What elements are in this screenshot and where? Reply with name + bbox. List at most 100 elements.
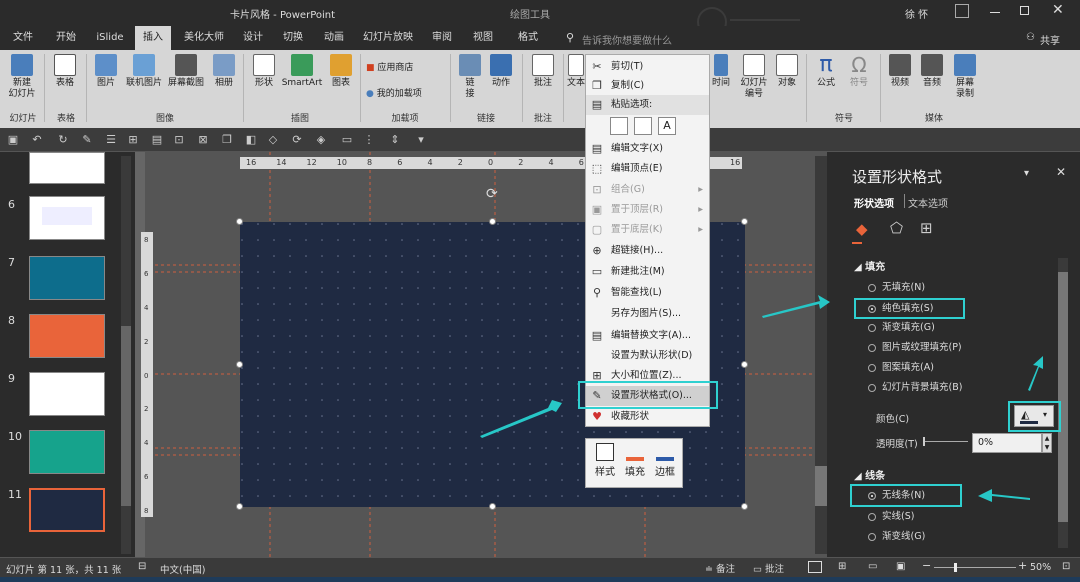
- option-pattern-fill[interactable]: 图案填充(A): [868, 361, 934, 375]
- table-button[interactable]: 表格: [50, 52, 80, 89]
- chart-button[interactable]: 图表: [326, 52, 356, 89]
- format-painter-icon[interactable]: ✎: [80, 133, 94, 147]
- time-button[interactable]: 时间: [708, 52, 734, 89]
- tab-shape-options[interactable]: 形状选项: [854, 195, 894, 210]
- comments-button[interactable]: ▭ 批注: [753, 561, 784, 575]
- reading-view-icon[interactable]: ▭: [868, 561, 877, 572]
- option-gradient-line[interactable]: 渐变线(G): [868, 530, 925, 544]
- menu-edit-text[interactable]: ▤ 编辑文字(X): [586, 139, 709, 159]
- rotate-icon[interactable]: ⟳: [290, 133, 304, 147]
- store-button[interactable]: ■ 应用商店: [366, 60, 413, 73]
- zoom-out-button[interactable]: −: [922, 559, 931, 572]
- option-solid-line[interactable]: 实线(S): [868, 510, 914, 524]
- line-spacing-icon[interactable]: ⇕: [388, 133, 402, 147]
- undo-icon[interactable]: ↶: [30, 133, 44, 147]
- minimize-button[interactable]: [990, 12, 1000, 13]
- menu-hyperlink[interactable]: ⊕ 超链接(H)...: [586, 241, 709, 261]
- option-background-fill[interactable]: 幻灯片背景填充(B): [868, 381, 962, 395]
- tab-file[interactable]: 文件: [6, 26, 40, 50]
- formula-button[interactable]: π 公式: [810, 52, 842, 89]
- zoom-slider[interactable]: [934, 563, 1016, 572]
- crop-icon[interactable]: ⊡: [172, 133, 186, 147]
- paste-keep-source-icon[interactable]: [610, 117, 628, 135]
- menu-new-comment[interactable]: ▭ 新建批注(M): [586, 262, 709, 282]
- menu-smart-lookup[interactable]: ⚲ 智能查找(L): [586, 283, 709, 303]
- notes-button[interactable]: ≐ 备注: [705, 561, 735, 575]
- symbol-button[interactable]: Ω 符号: [844, 52, 874, 89]
- line-section-header[interactable]: ◢ 线条: [854, 467, 885, 482]
- slide-thumb-7[interactable]: [29, 256, 105, 300]
- menu-send-back[interactable]: ▢ 置于底层(K) ▸: [586, 220, 709, 240]
- scroll-thumb[interactable]: [121, 326, 131, 506]
- save-icon[interactable]: ▣: [6, 133, 20, 147]
- option-gradient-fill[interactable]: 渐变填充(G): [868, 321, 935, 335]
- slide-thumb-8[interactable]: [29, 314, 105, 358]
- fill-line-icon[interactable]: ◆: [856, 220, 868, 238]
- slide-thumb-5[interactable]: [29, 152, 105, 184]
- close-button[interactable]: ✕: [1052, 2, 1064, 18]
- paste-picture-icon[interactable]: [634, 117, 652, 135]
- tab-transitions[interactable]: 切换: [275, 26, 311, 50]
- mini-fill-button[interactable]: 填充: [620, 441, 650, 478]
- spellcheck-icon[interactable]: ⊟: [138, 561, 146, 572]
- group-icon[interactable]: ⊠: [196, 133, 210, 147]
- transparency-spinner[interactable]: ▲ ▼: [1042, 433, 1052, 453]
- object-button[interactable]: 对象: [774, 52, 800, 89]
- tell-me-input[interactable]: 告诉我你想要做什么: [582, 32, 672, 47]
- zoom-level[interactable]: 50%: [1030, 562, 1051, 573]
- menu-copy[interactable]: ❐ 复制(C): [586, 76, 709, 96]
- option-picture-fill[interactable]: 图片或纹理填充(P): [868, 341, 962, 355]
- language-label[interactable]: 中文(中国): [160, 562, 205, 576]
- thumb-scrollbar[interactable]: [121, 156, 131, 554]
- slideshow-view-icon[interactable]: ▣: [896, 561, 905, 572]
- text-button[interactable]: 文本: [566, 52, 586, 89]
- menu-bring-front[interactable]: ▣ 置于顶层(R) ▸: [586, 200, 709, 220]
- menu-cut[interactable]: ✂ 剪切(T): [586, 57, 709, 77]
- scroll-thumb[interactable]: [1058, 272, 1068, 522]
- distribute-icon[interactable]: ⊞: [126, 133, 140, 147]
- menu-set-default-shape[interactable]: 设置为默认形状(D): [586, 346, 709, 366]
- more-icon[interactable]: ▾: [414, 133, 428, 147]
- menu-save-as-picture[interactable]: 另存为图片(S)...: [586, 304, 709, 324]
- video-button[interactable]: 视频: [886, 52, 914, 89]
- zoom-in-button[interactable]: +: [1018, 559, 1027, 572]
- align-icon[interactable]: ☰: [104, 133, 118, 147]
- transparency-input[interactable]: 0%: [972, 433, 1042, 453]
- restore-button[interactable]: [1020, 6, 1029, 15]
- menu-edit-alt-text[interactable]: ▤ 编辑替换文字(A)...: [586, 326, 709, 346]
- new-slide-button[interactable]: 新建 幻灯片: [4, 52, 40, 100]
- tab-design[interactable]: 设计: [236, 26, 270, 50]
- resize-handle[interactable]: [489, 503, 496, 510]
- copy-icon[interactable]: ❐: [220, 133, 234, 147]
- user-name[interactable]: 徐 怀: [905, 6, 928, 21]
- fill-section-header[interactable]: ◢ 填充: [854, 258, 885, 273]
- save-icon[interactable]: [0, 0, 30, 26]
- option-no-fill[interactable]: 无填充(N): [868, 281, 925, 295]
- shapes-button[interactable]: 形状: [250, 52, 278, 89]
- fit-to-window-icon[interactable]: ⊡: [1062, 561, 1070, 572]
- effects-icon[interactable]: ⬠: [890, 219, 903, 237]
- resize-handle[interactable]: [489, 218, 496, 225]
- sorter-view-icon[interactable]: ⊞: [838, 561, 846, 572]
- size-properties-icon[interactable]: ⊞: [920, 219, 933, 237]
- slide-thumb-10[interactable]: [29, 430, 105, 474]
- album-button[interactable]: 相册: [210, 52, 238, 89]
- action-button[interactable]: 动作: [486, 52, 516, 89]
- slide-number-button[interactable]: 幻灯片 编号: [736, 52, 772, 100]
- resize-handle[interactable]: [236, 218, 243, 225]
- tab-text-options[interactable]: 文本选项: [908, 195, 948, 210]
- menu-favorite-shape[interactable]: ♥ 收藏形状: [586, 407, 709, 427]
- slide-thumb-9[interactable]: [29, 372, 105, 416]
- comment-button[interactable]: 批注: [528, 52, 558, 89]
- picture-button[interactable]: 图片: [92, 52, 120, 89]
- slider-thumb[interactable]: [923, 437, 925, 446]
- textbox-icon[interactable]: ▭: [340, 133, 354, 147]
- screenshot-button[interactable]: 屏幕截图: [166, 52, 206, 89]
- audio-button[interactable]: 音频: [918, 52, 946, 89]
- online-picture-button[interactable]: 联机图片: [122, 52, 166, 89]
- tab-view[interactable]: 视图: [465, 26, 501, 50]
- zoom-slider-thumb[interactable]: [954, 563, 957, 572]
- tab-insert[interactable]: 插入: [135, 26, 171, 50]
- scroll-thumb[interactable]: [815, 466, 827, 506]
- slide-thumb-11[interactable]: [29, 488, 105, 532]
